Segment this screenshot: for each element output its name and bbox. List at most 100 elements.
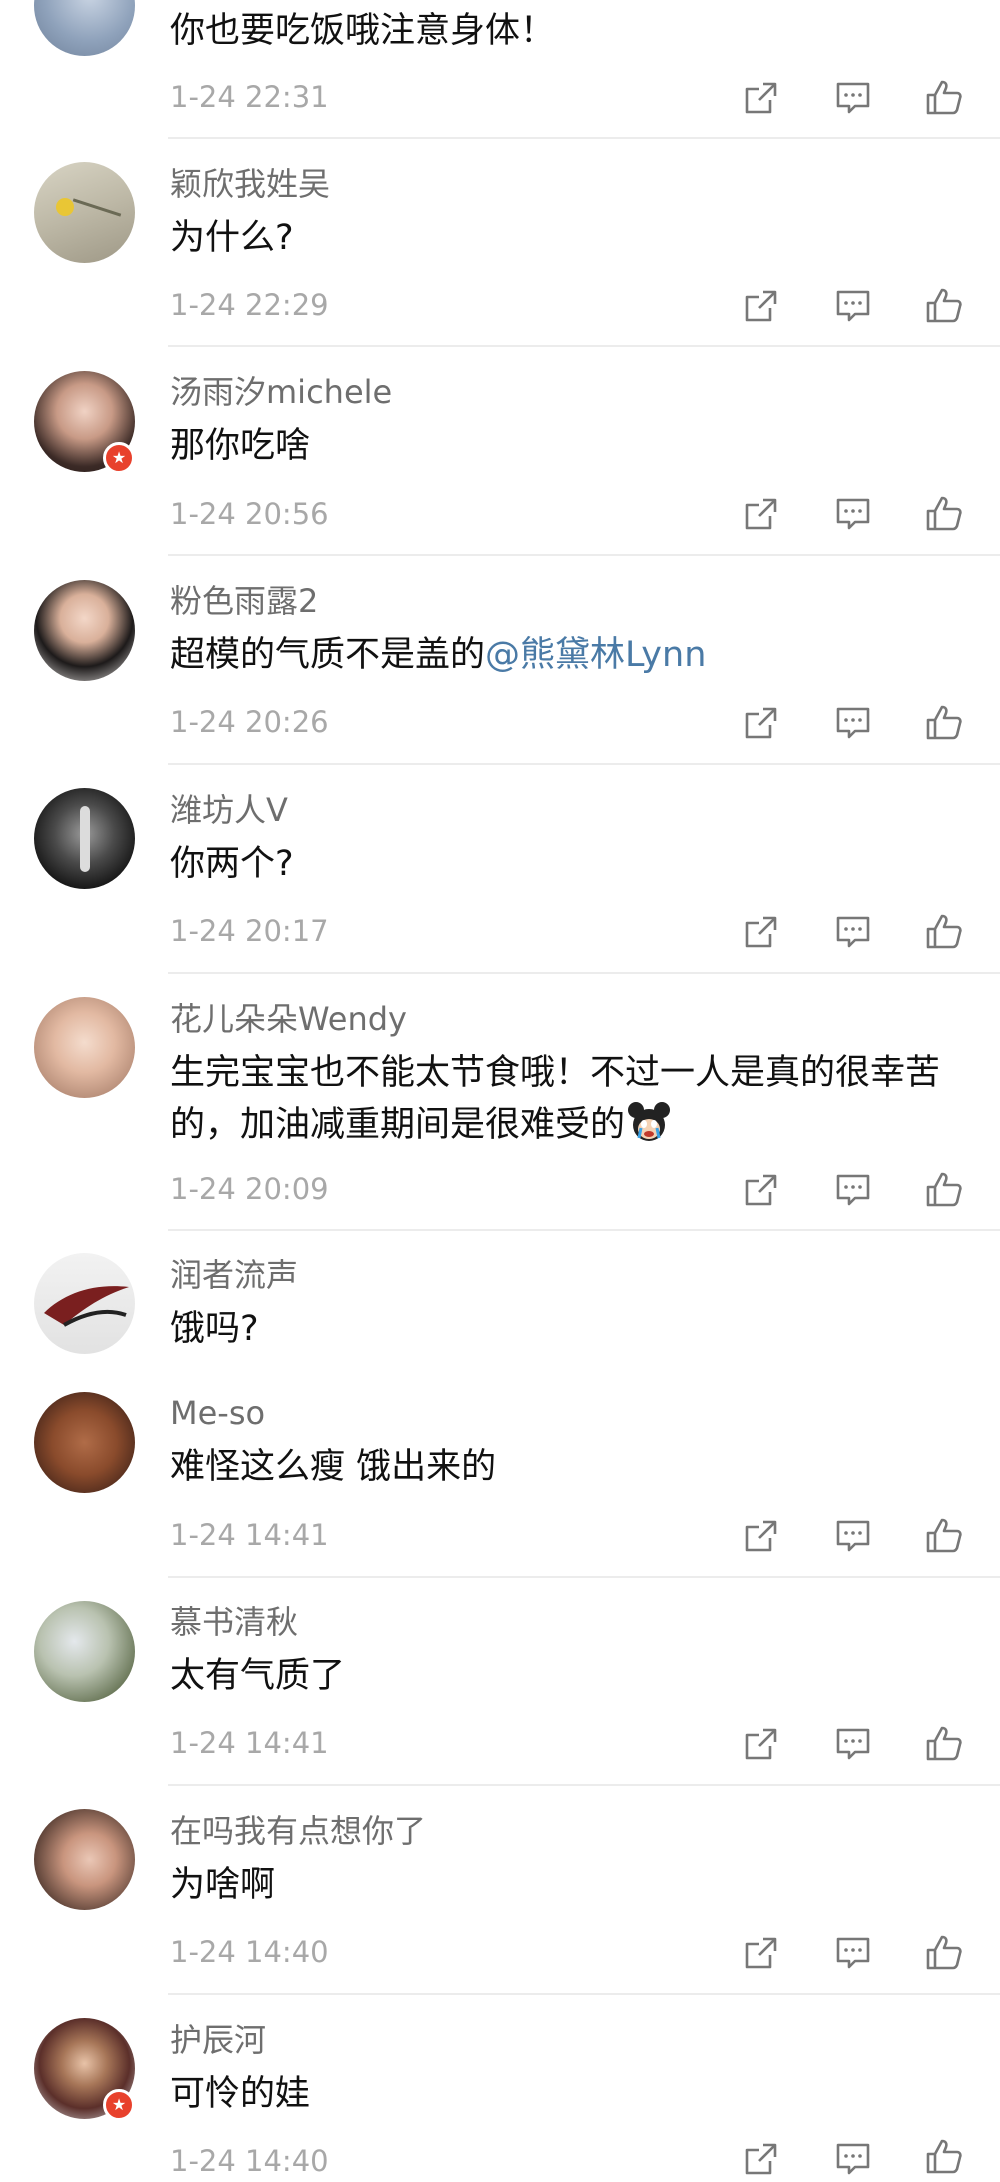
- like-button[interactable]: [921, 491, 967, 537]
- share-button[interactable]: [738, 1167, 784, 1213]
- share-icon: [745, 2143, 777, 2175]
- comment-icon: [836, 82, 870, 114]
- comment-text: 难怪这么瘦 饿出来的: [170, 1447, 497, 1487]
- avatar[interactable]: [34, 1392, 135, 1493]
- comment-username[interactable]: Me-so: [170, 1397, 265, 1429]
- comment-icon: [836, 2143, 870, 2175]
- comment-time: 1-24 14:40: [170, 1935, 329, 1969]
- like-button[interactable]: [921, 700, 967, 746]
- comment-text-body: 生完宝宝也不能太节食哦！不过一人是真的很幸苦的，加油减重期间是很难受的: [170, 1053, 941, 1145]
- reply-button[interactable]: [830, 700, 876, 746]
- reply-button[interactable]: [830, 283, 876, 329]
- share-button[interactable]: [738, 75, 784, 121]
- comment-time: 1-24 14:40: [170, 2144, 329, 2178]
- like-button[interactable]: [921, 1513, 967, 1559]
- reply-button[interactable]: [830, 1930, 876, 1976]
- comment-username[interactable]: 花儿朵朵Wendy: [170, 1003, 407, 1035]
- comment-text: 你两个?: [170, 844, 294, 884]
- comment-icon: [836, 916, 870, 948]
- reply-button[interactable]: [830, 75, 876, 121]
- like-button[interactable]: [921, 2134, 967, 2180]
- avatar[interactable]: [34, 580, 135, 681]
- divider: [168, 1993, 1000, 1995]
- comment-time: 1-24 14:41: [170, 1518, 329, 1552]
- share-button[interactable]: [738, 2136, 784, 2182]
- reply-button[interactable]: [830, 1513, 876, 1559]
- share-button[interactable]: [738, 1930, 784, 1976]
- avatar[interactable]: [34, 0, 135, 56]
- comment-username[interactable]: 汤雨汐michele: [170, 376, 392, 408]
- thumbs-up-icon: [926, 288, 962, 323]
- like-button[interactable]: [921, 283, 967, 329]
- thumbs-up-icon: [926, 1518, 962, 1553]
- crying-emoji-icon: [627, 1100, 671, 1159]
- comment-text-body: 超模的气质不是盖的: [170, 635, 486, 675]
- comment-username[interactable]: 慕书清秋: [170, 1606, 298, 1638]
- comment-icon: [836, 290, 870, 322]
- comment-username[interactable]: 颖欣我姓吴: [170, 168, 330, 200]
- reply-button[interactable]: [830, 491, 876, 537]
- comment-username[interactable]: 粉色雨露2: [170, 585, 318, 617]
- share-icon: [745, 1937, 777, 1969]
- verified-badge-icon: ★: [103, 2089, 135, 2121]
- avatar[interactable]: [34, 788, 135, 889]
- comment-username[interactable]: 护辰河: [170, 2024, 266, 2056]
- reply-button[interactable]: [830, 1721, 876, 1767]
- like-button[interactable]: [921, 909, 967, 955]
- divider: [168, 763, 1000, 765]
- thumbs-up-icon: [926, 1935, 962, 1970]
- thumbs-up-icon: [926, 80, 962, 115]
- share-icon: [745, 707, 777, 739]
- mention-link[interactable]: @熊黛林Lynn: [485, 635, 706, 675]
- like-button[interactable]: [921, 1930, 967, 1976]
- like-button[interactable]: [921, 1721, 967, 1767]
- share-icon: [745, 82, 777, 114]
- comment-text: 太有气质了: [170, 1656, 346, 1696]
- thumbs-up-icon: [926, 496, 962, 531]
- avatar[interactable]: [34, 997, 135, 1098]
- share-button[interactable]: [738, 491, 784, 537]
- comment-time: 1-24 22:29: [170, 288, 329, 322]
- comment-text: 那你吃啥: [170, 426, 311, 466]
- divider: [168, 1229, 1000, 1231]
- divider: [168, 972, 1000, 974]
- comment-icon: [836, 1937, 870, 1969]
- reply-button[interactable]: [830, 909, 876, 955]
- share-icon: [745, 498, 777, 530]
- avatar[interactable]: [34, 1601, 135, 1702]
- comment-text: 生完宝宝也不能太节食哦！不过一人是真的很幸苦的，加油减重期间是很难受的: [170, 1047, 980, 1159]
- divider: [168, 1784, 1000, 1786]
- like-button[interactable]: [921, 75, 967, 121]
- share-button[interactable]: [738, 700, 784, 746]
- avatar[interactable]: [34, 1809, 135, 1910]
- comment-time: 1-24 14:41: [170, 1726, 329, 1760]
- share-icon: [745, 290, 777, 322]
- share-button[interactable]: [738, 1721, 784, 1767]
- avatar[interactable]: [34, 162, 135, 263]
- comment-text: 为什么?: [170, 218, 294, 258]
- comment-text: 超模的气质不是盖的@熊黛林Lynn: [170, 629, 980, 681]
- divider: [168, 137, 1000, 139]
- thumbs-up-icon: [926, 2139, 962, 2174]
- share-icon: [745, 1728, 777, 1760]
- thumbs-up-icon: [926, 705, 962, 740]
- divider: [168, 554, 1000, 556]
- comment-time: 1-24 20:17: [170, 914, 329, 948]
- verified-badge-icon: ★: [103, 442, 135, 474]
- comment-icon: [836, 498, 870, 530]
- comment-username[interactable]: 在吗我有点想你了: [170, 1815, 426, 1847]
- share-button[interactable]: [738, 283, 784, 329]
- share-button[interactable]: [738, 1513, 784, 1559]
- avatar[interactable]: [34, 1253, 135, 1354]
- share-button[interactable]: [738, 909, 784, 955]
- comment-icon: [836, 1520, 870, 1552]
- thumbs-up-icon: [926, 1172, 962, 1207]
- like-button[interactable]: [921, 1167, 967, 1213]
- comment-text: 饿吗?: [170, 1309, 259, 1349]
- comment-time: 1-24 22:31: [170, 80, 329, 114]
- divider: [168, 345, 1000, 347]
- reply-button[interactable]: [830, 1167, 876, 1213]
- reply-button[interactable]: [830, 2136, 876, 2182]
- comment-username[interactable]: 润者流声: [170, 1259, 298, 1291]
- comment-username[interactable]: 潍坊人V: [170, 794, 288, 826]
